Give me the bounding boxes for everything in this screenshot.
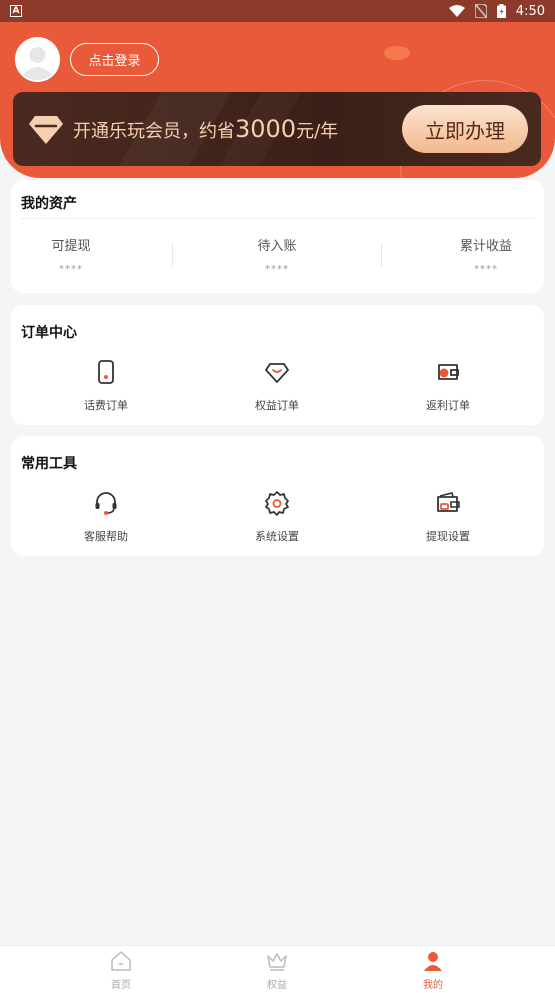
asset-label: 累计收益 xyxy=(459,239,512,254)
vip-promo-text: 开通乐玩会员，约省3000元/年 xyxy=(73,115,338,143)
default-avatar-icon xyxy=(15,37,60,82)
asset-pending[interactable]: 待入账 **** xyxy=(217,235,337,275)
crown-icon xyxy=(267,953,287,971)
tool-withdraw-settings[interactable]: 提现设置 xyxy=(388,490,508,544)
order-benefits[interactable]: 权益订单 xyxy=(217,359,337,413)
bottom-tab-bar: 首页 权益 我的 xyxy=(0,945,555,993)
decor-blob xyxy=(384,46,410,60)
headset-icon xyxy=(95,492,117,515)
vip-text-suffix: 元/年 xyxy=(296,121,339,142)
login-button[interactable]: 点击登录 xyxy=(70,43,159,76)
no-sim-icon xyxy=(474,4,487,18)
user-icon xyxy=(424,952,442,971)
tool-customer-service[interactable]: 客服帮助 xyxy=(46,490,166,544)
home-icon xyxy=(111,951,131,971)
order-rebate[interactable]: 返利订单 xyxy=(388,359,508,413)
asset-value: **** xyxy=(474,264,498,275)
orders-card: 订单中心 话费订单 权益订单 返利订单 xyxy=(11,305,544,425)
coin-wallet-icon xyxy=(438,364,459,380)
status-time: 4:50 xyxy=(515,3,545,19)
tools-card: 常用工具 客服帮助 系统设置 提现设置 xyxy=(11,436,544,556)
asset-separator xyxy=(172,243,173,267)
status-bar: A 4:50 xyxy=(0,0,555,22)
asset-total-earnings[interactable]: 累计收益 **** xyxy=(426,235,546,275)
vip-saving-amount: 3000 xyxy=(235,115,297,143)
divider xyxy=(21,218,534,219)
asset-value: **** xyxy=(265,264,289,275)
avatar[interactable] xyxy=(15,37,60,82)
vip-banner[interactable]: 开通乐玩会员，约省3000元/年 立即办理 xyxy=(13,92,541,166)
tab-label: 首页 xyxy=(111,980,131,991)
phone-icon xyxy=(98,360,114,384)
diamond-icon xyxy=(29,116,63,144)
tab-mine[interactable]: 我的 xyxy=(393,950,473,991)
wifi-icon xyxy=(448,5,465,17)
order-label: 话费订单 xyxy=(84,399,128,412)
asset-label: 待入账 xyxy=(257,239,297,254)
asset-withdrawable[interactable]: 可提现 **** xyxy=(11,235,131,275)
tool-label: 系统设置 xyxy=(255,530,299,543)
tool-system-settings[interactable]: 系统设置 xyxy=(217,490,337,544)
app-notification-icon: A xyxy=(10,5,22,17)
order-label: 权益订单 xyxy=(255,399,299,412)
vip-text-prefix: 开通乐玩会员，约省 xyxy=(73,121,235,142)
assets-card: 我的资产 可提现 **** 待入账 **** 累计收益 **** xyxy=(11,180,544,293)
battery-icon xyxy=(496,4,506,18)
tab-home[interactable]: 首页 xyxy=(81,950,161,991)
tab-benefits[interactable]: 权益 xyxy=(237,950,317,991)
tools-title: 常用工具 xyxy=(21,456,77,472)
tool-label: 提现设置 xyxy=(426,530,470,543)
vip-apply-button[interactable]: 立即办理 xyxy=(402,105,528,153)
asset-value: **** xyxy=(59,264,83,275)
profile-header: 点击登录 开通乐玩会员，约省3000元/年 立即办理 xyxy=(0,22,555,178)
order-label: 返利订单 xyxy=(426,399,470,412)
shield-heart-icon xyxy=(265,363,289,383)
asset-label: 可提现 xyxy=(51,239,91,254)
status-icons: 4:50 xyxy=(448,3,545,19)
orders-title: 订单中心 xyxy=(21,325,77,341)
tab-label: 权益 xyxy=(267,980,287,991)
gear-icon xyxy=(265,491,289,516)
asset-separator xyxy=(381,243,382,267)
wallet-icon xyxy=(437,492,460,512)
order-phone-bill[interactable]: 话费订单 xyxy=(46,359,166,413)
tab-label: 我的 xyxy=(423,980,443,991)
tool-label: 客服帮助 xyxy=(84,530,128,543)
assets-title: 我的资产 xyxy=(21,196,77,212)
